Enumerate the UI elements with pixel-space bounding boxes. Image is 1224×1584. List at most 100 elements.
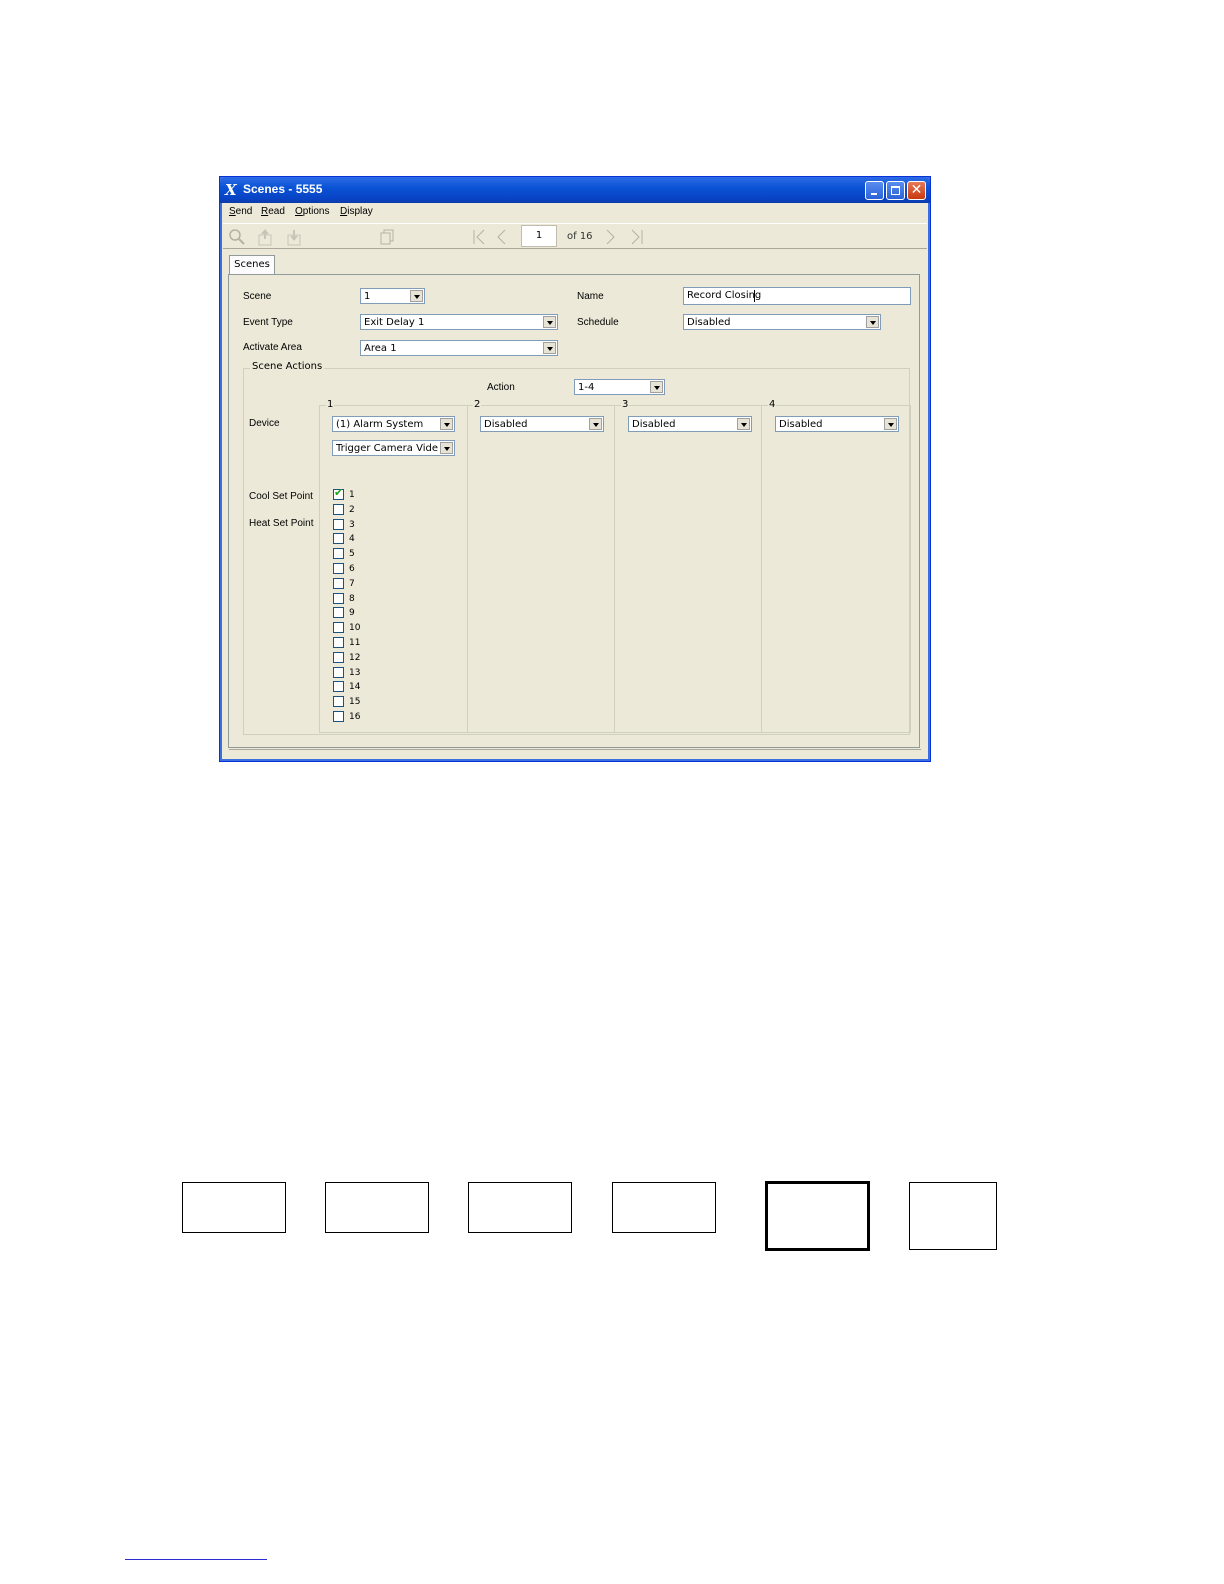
checkbox-label: 12: [349, 652, 361, 663]
checkbox-list: ✔ 1 2 3 4 5 6 7 8 9 10 11 12 13 14 15 16: [333, 486, 393, 729]
checkbox[interactable]: [333, 607, 344, 619]
scene-actions-label: Scene Actions: [250, 361, 325, 372]
action-column-3: [614, 405, 762, 733]
checkbox[interactable]: [333, 577, 344, 589]
device-select-3[interactable]: Disabled: [628, 416, 752, 432]
checkbox-label: 6: [349, 564, 355, 574]
checkbox[interactable]: [333, 637, 344, 648]
action-select[interactable]: 1-4: [574, 379, 665, 395]
chevron-down-icon[interactable]: [543, 342, 556, 354]
checkbox-label: 4: [349, 534, 355, 545]
checkbox-label: 10: [349, 623, 361, 634]
upload-icon[interactable]: [256, 228, 274, 246]
footer-rule: [125, 1559, 267, 1560]
activate-area-select[interactable]: Area 1: [360, 340, 558, 356]
checkmark-icon: ✔: [334, 486, 344, 499]
first-page-icon[interactable]: [471, 228, 489, 246]
last-page-icon[interactable]: [627, 228, 645, 246]
menu-display[interactable]: Display: [340, 206, 373, 217]
page-number-input[interactable]: 1: [521, 225, 557, 247]
prev-page-icon[interactable]: [493, 228, 511, 246]
chevron-down-icon[interactable]: [410, 290, 423, 302]
checkbox-label: 16: [349, 712, 361, 722]
chevron-down-icon[interactable]: [440, 442, 453, 454]
checkbox[interactable]: [333, 533, 344, 545]
menu-bar: Send Read Options Display: [223, 203, 927, 221]
device-select-2[interactable]: Disabled: [480, 416, 604, 432]
checkbox-label: 3: [349, 519, 355, 530]
maximize-button[interactable]: [886, 181, 905, 200]
action-column-2: [467, 405, 615, 733]
scenes-window: X Scenes - 5555 ✕ Send Read Options Disp…: [219, 176, 931, 762]
action-column-number: 1: [326, 399, 335, 410]
download-icon[interactable]: [285, 228, 303, 246]
menu-send[interactable]: Send: [229, 206, 252, 217]
checkbox-label: 7: [349, 578, 355, 589]
checkbox-label: 9: [349, 608, 355, 619]
checkbox[interactable]: [333, 622, 344, 634]
checkbox-label: 13: [349, 667, 361, 678]
chevron-down-icon[interactable]: [543, 316, 556, 328]
action-column-number: 4: [768, 399, 777, 410]
checkbox[interactable]: [333, 681, 344, 693]
tab-scenes[interactable]: Scenes: [229, 255, 275, 275]
device-select-4[interactable]: Disabled: [775, 416, 899, 432]
checkbox[interactable]: ✔: [333, 486, 344, 500]
blank-box-4: [612, 1182, 716, 1233]
menu-read[interactable]: Read: [261, 206, 285, 217]
event-type-select[interactable]: Exit Delay 1: [360, 314, 558, 330]
chevron-down-icon[interactable]: [440, 418, 453, 430]
chevron-down-icon[interactable]: [737, 418, 750, 430]
checkbox[interactable]: [333, 666, 344, 678]
minimize-icon: [871, 193, 877, 195]
checkbox[interactable]: [333, 592, 344, 604]
chevron-down-icon[interactable]: [589, 418, 602, 430]
scene-label: Scene: [243, 291, 272, 302]
checkbox-label: 11: [349, 638, 361, 648]
checkbox-label: 5: [349, 549, 355, 560]
maximize-icon: [891, 186, 900, 195]
chevron-down-icon[interactable]: [884, 418, 897, 430]
checkbox[interactable]: [333, 503, 344, 515]
menu-options[interactable]: Options: [295, 206, 329, 217]
title-bar[interactable]: X Scenes - 5555 ✕: [220, 177, 930, 203]
app-logo-icon: X: [225, 181, 237, 199]
checkbox[interactable]: [333, 651, 344, 663]
checkbox-label: 14: [349, 682, 361, 693]
checkbox-label: 1: [349, 490, 355, 500]
checkbox[interactable]: [333, 518, 344, 530]
checkbox[interactable]: [333, 563, 344, 574]
schedule-select[interactable]: Disabled: [683, 314, 881, 330]
chevron-down-icon[interactable]: [866, 316, 879, 328]
window-title: Scenes - 5555: [243, 182, 323, 196]
chevron-down-icon[interactable]: [650, 381, 663, 393]
scene-select[interactable]: 1: [360, 288, 425, 304]
blank-box-2: [325, 1182, 429, 1233]
close-button[interactable]: ✕: [907, 181, 926, 200]
action-column-number: 2: [473, 399, 482, 410]
action-label: Action: [487, 382, 515, 393]
name-label: Name: [577, 291, 604, 302]
close-icon: ✕: [910, 182, 923, 198]
name-field[interactable]: Record Closing: [683, 287, 911, 305]
device-action-select-1[interactable]: Trigger Camera Video C: [332, 440, 455, 456]
next-page-icon[interactable]: [601, 228, 619, 246]
search-icon[interactable]: [228, 228, 246, 246]
event-type-label: Event Type: [243, 317, 293, 328]
blank-box-1: [182, 1182, 286, 1233]
heat-set-point-label: Heat Set Point: [249, 518, 314, 529]
device-select-1[interactable]: (1) Alarm System: [332, 416, 455, 432]
toolbar: 1 of 16: [223, 223, 927, 249]
schedule-label: Schedule: [577, 317, 619, 328]
activate-area-label: Activate Area: [243, 342, 302, 353]
copy-icon[interactable]: [378, 228, 396, 246]
blank-box-5: [765, 1181, 870, 1251]
checkbox[interactable]: [333, 696, 344, 708]
cool-set-point-label: Cool Set Point: [249, 491, 313, 502]
status-divider: [229, 749, 921, 750]
blank-box-3: [468, 1182, 572, 1233]
minimize-button[interactable]: [865, 181, 884, 200]
checkbox[interactable]: [333, 711, 344, 722]
page-count: of 16: [567, 231, 593, 242]
checkbox[interactable]: [333, 548, 344, 560]
